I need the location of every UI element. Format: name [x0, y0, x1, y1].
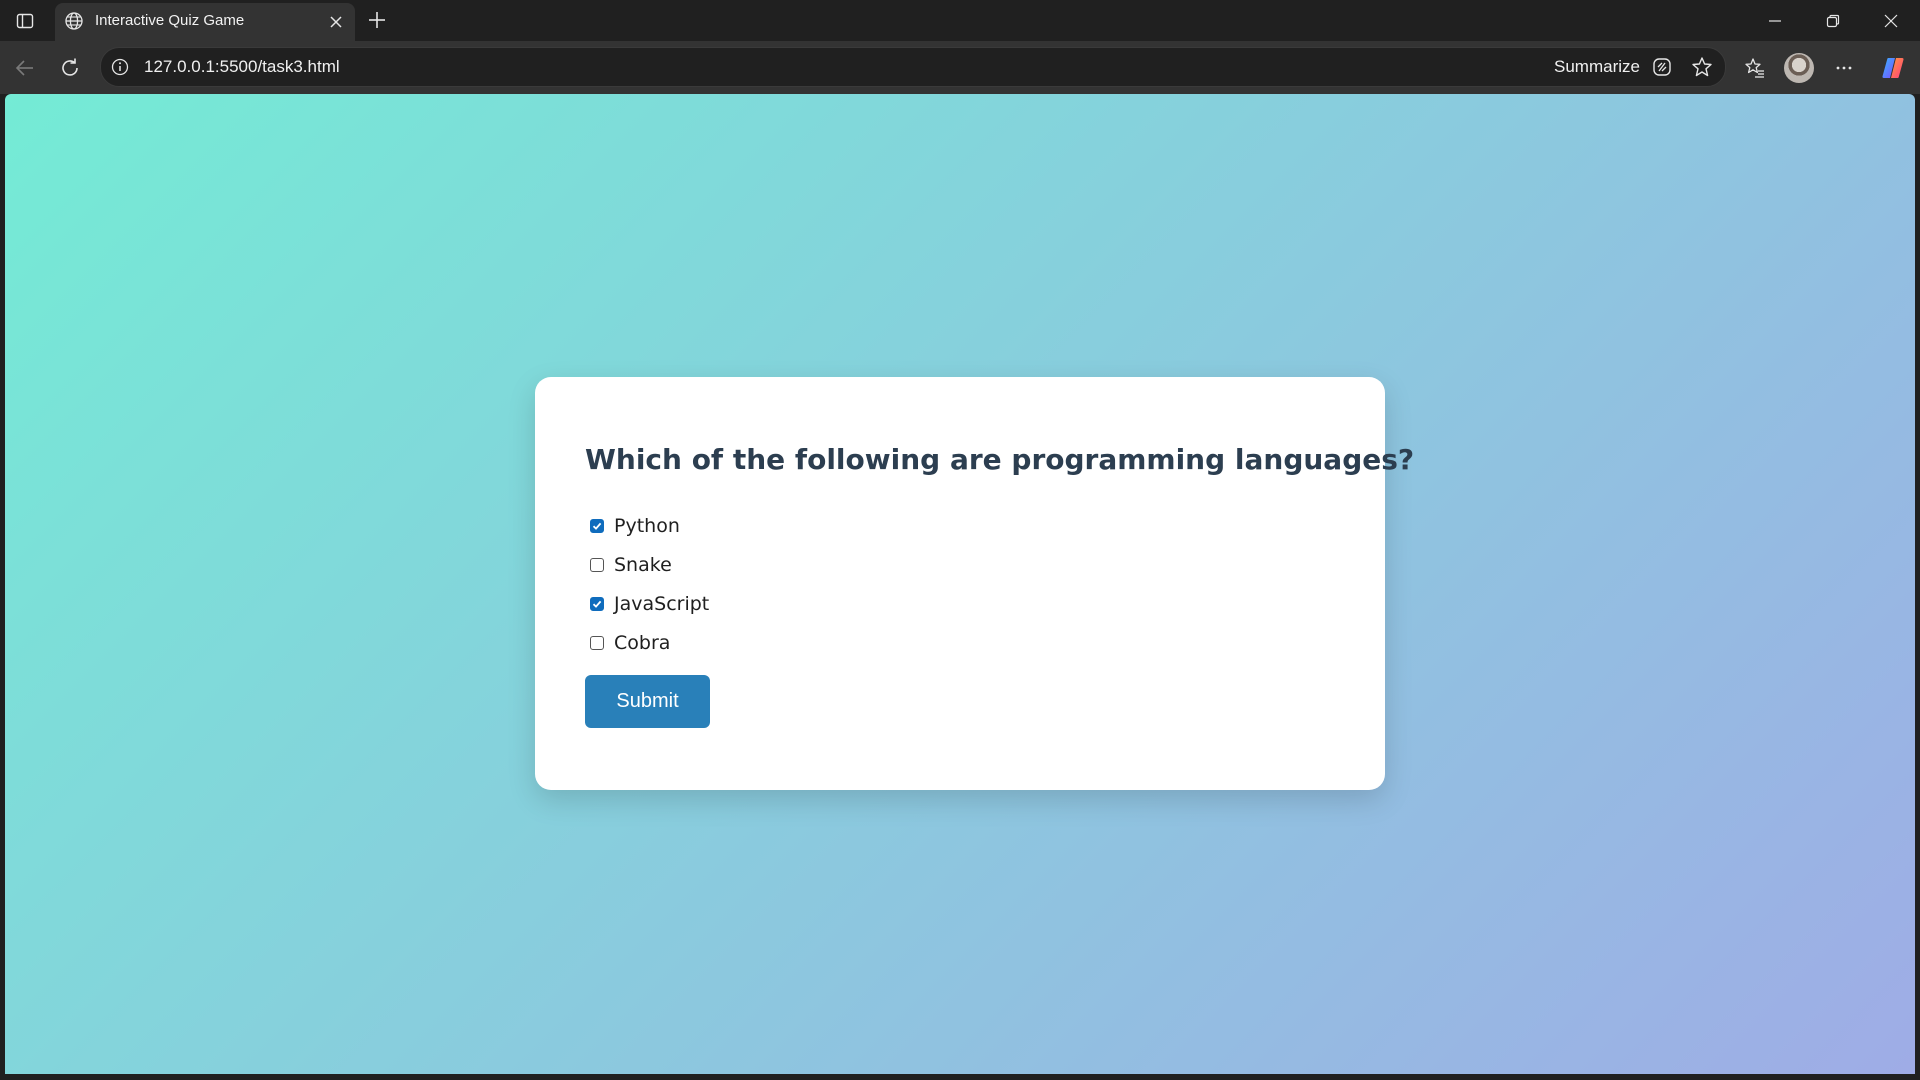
- option-label: Python: [614, 514, 680, 537]
- close-window-icon[interactable]: [1863, 0, 1919, 41]
- browser-window: Interactive Quiz Game 127.0.0.1:5500/tas…: [0, 0, 1920, 1080]
- option-snake[interactable]: Snake: [585, 545, 709, 584]
- restore-icon[interactable]: [1805, 0, 1861, 41]
- plus-icon[interactable]: [364, 7, 390, 33]
- window-bottom-edge: [0, 1074, 1920, 1080]
- tab-strip: Interactive Quiz Game: [0, 0, 1920, 41]
- option-label: Cobra: [614, 631, 671, 654]
- quiz-card: Which of the following are programming l…: [535, 377, 1414, 790]
- option-label: Snake: [614, 553, 672, 576]
- close-icon[interactable]: [325, 11, 347, 33]
- tab-title: Interactive Quiz Game: [95, 12, 245, 29]
- avatar[interactable]: [1784, 53, 1814, 83]
- option-python[interactable]: Python: [585, 506, 709, 545]
- more-icon[interactable]: [1827, 51, 1861, 85]
- star-icon[interactable]: [1691, 56, 1713, 78]
- copilot-icon[interactable]: [1876, 51, 1910, 85]
- sidebar-icon[interactable]: [12, 8, 38, 34]
- option-javascript[interactable]: JavaScript: [585, 584, 709, 623]
- address-bar[interactable]: 127.0.0.1:5500/task3.html Summarize: [100, 47, 1726, 87]
- reload-icon[interactable]: [53, 51, 87, 85]
- checkbox-javascript[interactable]: [590, 596, 604, 611]
- option-cobra[interactable]: Cobra: [585, 623, 709, 662]
- submit-button[interactable]: Submit: [585, 675, 710, 728]
- url-text[interactable]: 127.0.0.1:5500/task3.html: [144, 57, 340, 77]
- back-arrow-icon[interactable]: [8, 51, 42, 85]
- page-viewport: Which of the following are programming l…: [5, 94, 1915, 1074]
- tab-active[interactable]: Interactive Quiz Game: [55, 3, 355, 41]
- option-label: JavaScript: [614, 592, 710, 615]
- summarize-icon[interactable]: [1651, 56, 1673, 78]
- question-heading: Which of the following are programming l…: [585, 443, 1415, 476]
- info-icon[interactable]: [110, 57, 130, 77]
- globe-icon: [64, 11, 84, 31]
- favorites-icon[interactable]: [1738, 51, 1772, 85]
- checkbox-snake[interactable]: [590, 557, 604, 572]
- checkbox-python[interactable]: [590, 518, 604, 533]
- summarize-button[interactable]: Summarize: [1554, 57, 1640, 77]
- options-list: Python Snake JavaScript Cobra: [585, 506, 709, 662]
- browser-toolbar: 127.0.0.1:5500/task3.html Summarize: [0, 41, 1920, 94]
- checkbox-cobra[interactable]: [590, 635, 604, 650]
- minimize-icon[interactable]: [1747, 0, 1803, 41]
